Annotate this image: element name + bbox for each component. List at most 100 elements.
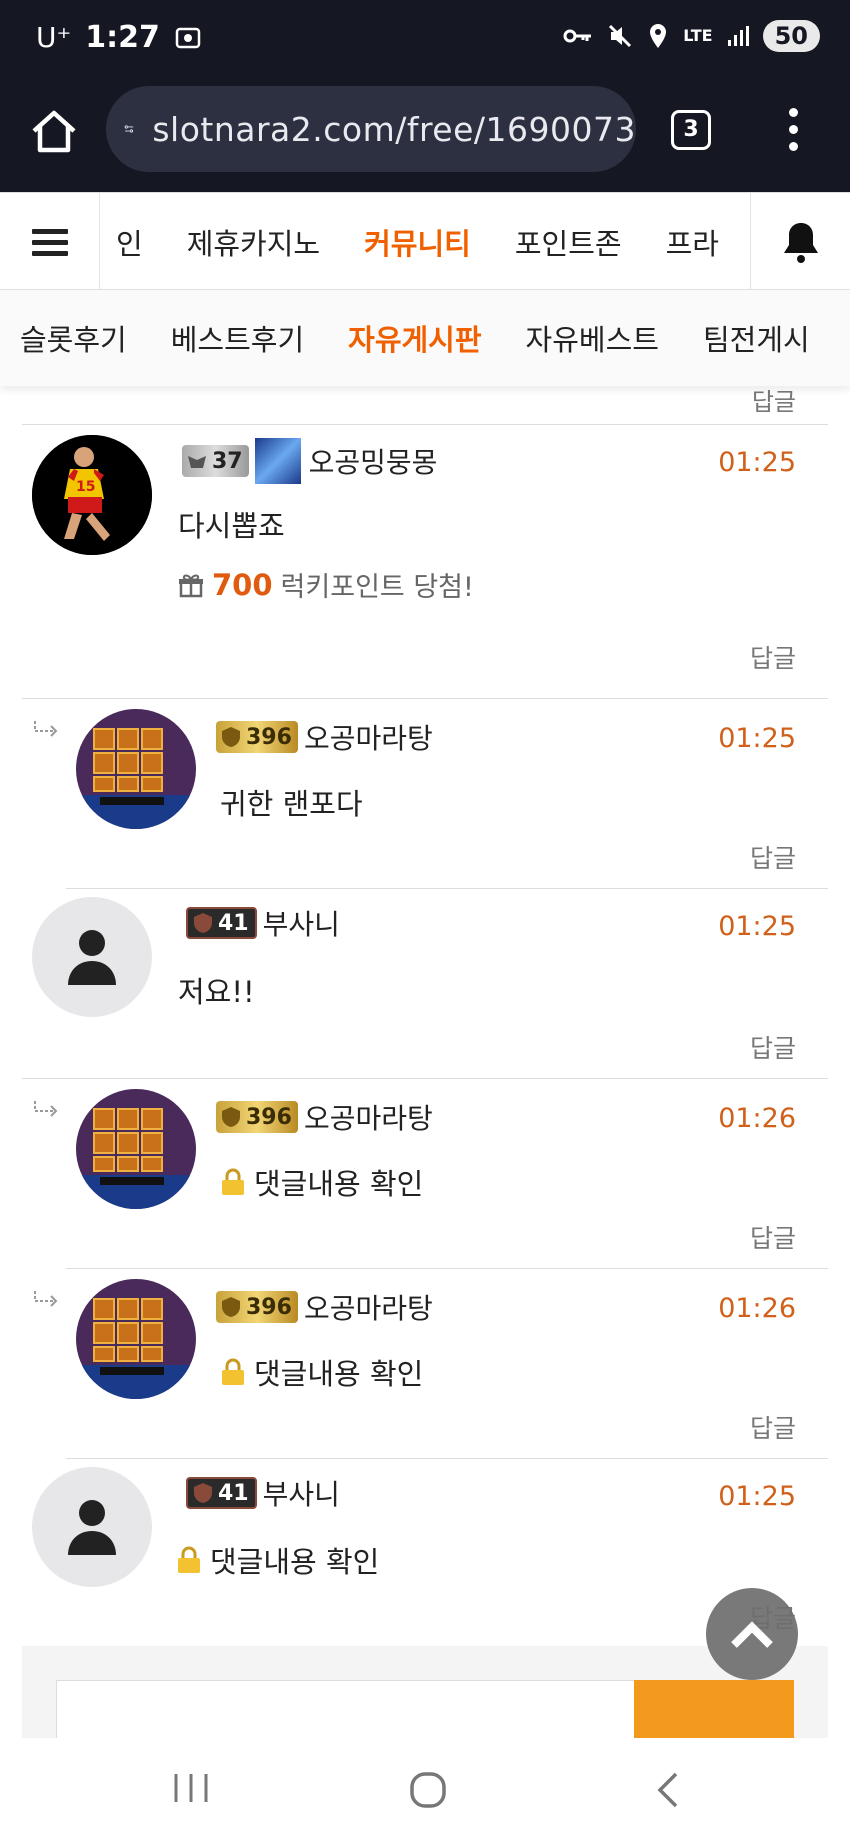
lock-icon xyxy=(178,1546,200,1573)
reply-arrow-icon xyxy=(34,1101,58,1117)
reply-link[interactable]: 답글 xyxy=(750,1029,796,1065)
system-navigation-bar xyxy=(0,1738,850,1842)
vpn-key-icon xyxy=(563,29,592,43)
avatar xyxy=(76,709,196,829)
avatar: 15 xyxy=(32,435,152,555)
reply-comment-item: 396 오공마라탕 01:26 댓글내용 확인 답글 xyxy=(34,1079,828,1269)
level-number: 37 xyxy=(212,448,243,474)
scroll-top-button[interactable] xyxy=(706,1588,798,1680)
primary-nav-item-community[interactable]: 커뮤니티 xyxy=(364,221,471,263)
default-avatar xyxy=(32,897,152,1017)
home-circle-icon[interactable] xyxy=(408,1770,448,1810)
level-badge: 396 xyxy=(216,1291,298,1323)
primary-nav-item[interactable]: 인 xyxy=(116,221,143,263)
level-number: 41 xyxy=(218,910,249,936)
level-badge: 396 xyxy=(216,1101,298,1133)
level-wings-icon xyxy=(188,456,206,468)
comment-time: 01:25 xyxy=(718,723,796,754)
user-silhouette-icon xyxy=(68,1500,116,1555)
comment-item: 15 37 오공밍뭉몽 01:25 다시뽑죠 700 럭키포인트 당첨! 답글 xyxy=(22,425,828,699)
lucky-point-amount: 700 xyxy=(212,567,273,602)
level-shield-icon xyxy=(222,1107,240,1127)
screenshot-icon xyxy=(175,27,201,48)
notification-button[interactable] xyxy=(750,193,850,291)
tab-switcher-button[interactable]: 3 xyxy=(671,110,711,150)
nickname[interactable]: 부사니 xyxy=(263,1473,340,1513)
nickname[interactable]: 오공마라탕 xyxy=(304,1097,433,1137)
gift-icon xyxy=(179,574,203,597)
comment-text: 귀한 랜포다 xyxy=(220,781,363,823)
reply-link[interactable]: 답글 xyxy=(752,386,796,417)
slot-game-avatar-image xyxy=(76,1089,196,1209)
nickname[interactable]: 오공마라탕 xyxy=(304,1287,433,1327)
chevron-up-icon xyxy=(731,1621,773,1648)
tab-free-best[interactable]: 자유베스트 xyxy=(526,317,659,359)
bell-icon xyxy=(783,223,818,263)
mute-icon xyxy=(609,24,632,48)
tab-slot-reviews[interactable]: 슬롯후기 xyxy=(20,317,127,359)
level-shield-icon xyxy=(194,1483,212,1503)
site-settings-icon[interactable] xyxy=(124,114,134,144)
primary-nav-scroller: 인 제휴카지노 커뮤니티 포인트존 프라 xyxy=(100,193,750,291)
svg-text:15: 15 xyxy=(76,479,95,495)
level-badge: 37 xyxy=(182,445,249,477)
recent-apps-icon[interactable] xyxy=(172,1770,210,1806)
lucky-point-label: 럭키포인트 당첨! xyxy=(280,572,474,603)
browser-toolbar: slotnara2.com/free/1690073 3 xyxy=(0,80,850,192)
address-bar[interactable]: slotnara2.com/free/1690073 xyxy=(106,86,636,172)
tab-team-board[interactable]: 팀전게시 xyxy=(703,317,810,359)
comment-text: 댓글내용 확인 xyxy=(176,1539,379,1581)
level-number: 396 xyxy=(246,1104,292,1130)
comment-input[interactable] xyxy=(56,1680,656,1740)
comment-time: 01:25 xyxy=(718,1481,796,1512)
browser-menu-icon[interactable] xyxy=(786,108,800,156)
comment-text: 댓글내용 확인 xyxy=(220,1161,423,1203)
user-silhouette-icon xyxy=(68,930,116,985)
comment-text: 댓글내용 확인 xyxy=(220,1351,423,1393)
reply-comment-item: 396 오공마라탕 01:25 귀한 랜포다 답글 xyxy=(34,699,828,889)
level-shield-icon xyxy=(222,1297,240,1317)
signal-icon xyxy=(727,26,749,46)
home-icon[interactable] xyxy=(26,104,82,160)
comment-body: 댓글내용 확인 xyxy=(254,1167,424,1201)
comment-list: 답글 15 37 오공밍뭉몽 01:25 다시뽑죠 700 럭키포인트 당첨! … xyxy=(0,386,850,1738)
comment-body: 저요!! xyxy=(178,975,255,1009)
nickname[interactable]: 오공마라탕 xyxy=(304,717,433,757)
comment-time: 01:26 xyxy=(718,1103,796,1134)
tab-best-reviews[interactable]: 베스트후기 xyxy=(171,317,304,359)
nickname[interactable]: 오공밍뭉몽 xyxy=(309,441,438,481)
level-number: 396 xyxy=(246,724,292,750)
hamburger-menu-icon[interactable] xyxy=(0,193,100,291)
slot-game-avatar-image xyxy=(76,1279,196,1399)
primary-nav-item-point-zone[interactable]: 포인트존 xyxy=(515,221,622,263)
nickname[interactable]: 부사니 xyxy=(263,903,340,943)
reply-link[interactable]: 답글 xyxy=(750,1219,796,1255)
avatar xyxy=(76,1279,196,1399)
reply-link[interactable]: 답글 xyxy=(750,1409,796,1445)
comment-submit-button[interactable] xyxy=(634,1680,794,1740)
comment-text: 저요!! xyxy=(178,969,255,1011)
default-avatar xyxy=(32,1467,152,1587)
carrier-label: U⁺ xyxy=(36,21,72,54)
primary-nav-item-partner-casino[interactable]: 제휴카지노 xyxy=(187,221,320,263)
user-badge-icon xyxy=(254,438,301,484)
reply-link[interactable]: 답글 xyxy=(750,839,796,875)
comment-text: 다시뽑죠 xyxy=(178,503,285,545)
lock-icon xyxy=(222,1168,244,1195)
level-badge: 396 xyxy=(216,721,298,753)
url-text: slotnara2.com/free/1690073 xyxy=(152,109,636,149)
battery-indicator: 50 xyxy=(762,20,820,52)
tab-free-board[interactable]: 자유게시판 xyxy=(348,317,481,359)
level-shield-icon xyxy=(222,727,240,747)
comment-body: 댓글내용 확인 xyxy=(254,1357,424,1391)
board-tabs: 슬롯후기 베스트후기 자유게시판 자유베스트 팀전게시 xyxy=(0,290,850,386)
level-badge: 41 xyxy=(186,907,257,939)
comment-time: 01:26 xyxy=(718,1293,796,1324)
level-number: 396 xyxy=(246,1294,292,1320)
reply-link[interactable]: 답글 xyxy=(750,639,796,675)
back-icon[interactable] xyxy=(652,1770,682,1810)
soccer-player-avatar-image: 15 xyxy=(32,435,152,555)
level-badge: 41 xyxy=(186,1477,257,1509)
primary-nav-item-partial[interactable]: 프라 xyxy=(666,221,719,263)
level-number: 41 xyxy=(218,1480,249,1506)
